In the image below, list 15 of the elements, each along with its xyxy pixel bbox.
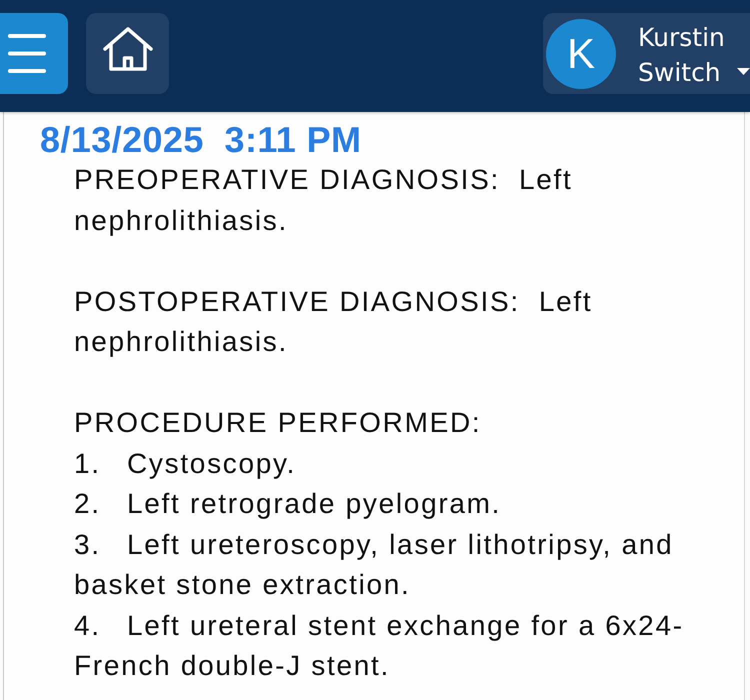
user-menu-button[interactable]: K Kurstin Switch (543, 13, 750, 94)
procedure-item: 2. Left retrograde pyelogram. (74, 487, 502, 521)
menu-button[interactable] (0, 13, 68, 94)
procedure-heading: PROCEDURE PERFORMED: (74, 406, 482, 440)
procedure-item: 3. Left ureteroscopy, laser lithotripsy, and basket stone extraction. (74, 528, 674, 602)
home-icon (102, 26, 152, 70)
home-button[interactable] (86, 13, 169, 94)
diagnosis-text: PREOPERATIVE DIAGNOSIS: Left nephrolithiasis. (74, 163, 574, 238)
note-timestamp: 8/13/2025 3:11 PM (39, 120, 362, 160)
procedure-item: 4. Left ureteral stent exchange for a 6x24-French double-J stent. (74, 608, 685, 683)
diagnosis-text: POSTOPERATIVE DIAGNOSIS: Left nephrolithiasis. (74, 284, 594, 359)
caret-icon (737, 68, 750, 75)
menu-icon (8, 34, 46, 73)
user-avatar: K (546, 18, 616, 88)
procedure-item: 1. Cystoscopy. (74, 446, 298, 481)
